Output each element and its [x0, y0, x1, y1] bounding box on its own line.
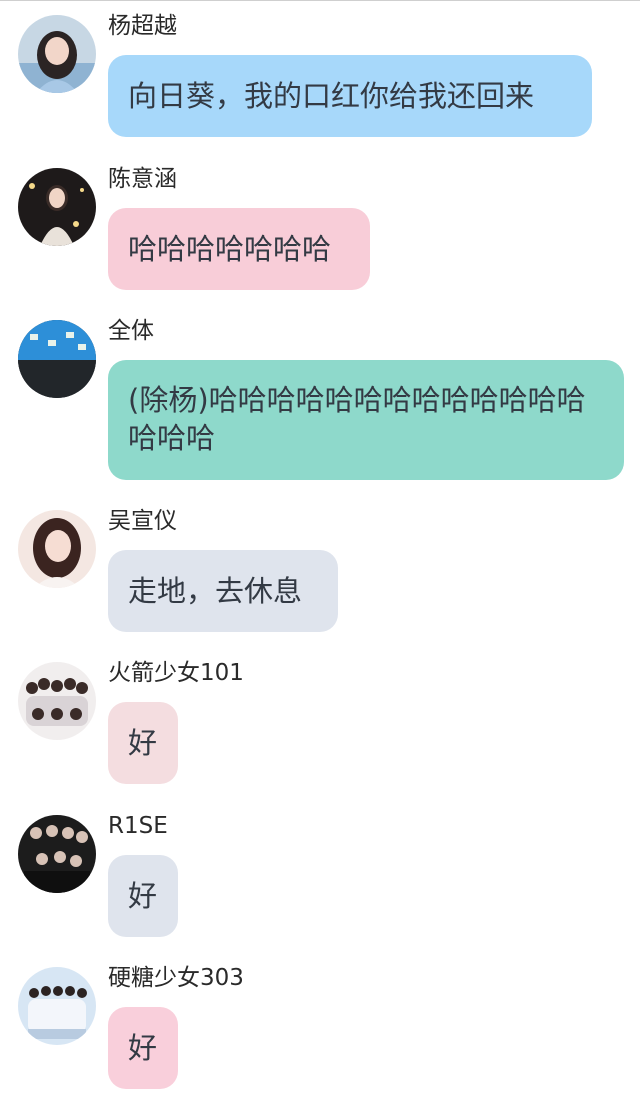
sender-name: 火箭少女101: [108, 660, 244, 686]
group-avatar-icon: [18, 967, 96, 1045]
sender-name: R1SE: [108, 813, 168, 839]
chat-message: 陈意涵 哈哈哈哈哈哈哈: [0, 166, 640, 293]
user-avatar-icon: [18, 510, 96, 588]
avatar[interactable]: [18, 967, 96, 1045]
message-text: 走地，去休息: [128, 574, 303, 608]
message-bubble[interactable]: 走地，去休息: [108, 550, 338, 632]
top-divider: [0, 0, 640, 1]
chat-message: 全体 (除杨)哈哈哈哈哈哈哈哈哈哈哈哈哈哈哈哈: [0, 318, 640, 480]
message-bubble[interactable]: 好: [108, 855, 178, 937]
sender-name: 硬糖少女303: [108, 965, 244, 991]
chat-message: 硬糖少女303 好: [0, 965, 640, 1092]
message-text: 哈哈哈哈哈哈哈: [128, 232, 332, 266]
chat-message: R1SE 好: [0, 813, 640, 940]
avatar[interactable]: [18, 815, 96, 893]
group-avatar-icon: [18, 815, 96, 893]
avatar[interactable]: [18, 510, 96, 588]
message-text: 好: [128, 879, 158, 913]
chat-message: 吴宣仪 走地，去休息: [0, 508, 640, 635]
avatar[interactable]: [18, 168, 96, 246]
sender-name: 陈意涵: [108, 166, 177, 192]
sender-name: 全体: [108, 318, 154, 344]
avatar[interactable]: [18, 662, 96, 740]
group-avatar-icon: [18, 662, 96, 740]
user-avatar-icon: [18, 15, 96, 93]
message-bubble[interactable]: 哈哈哈哈哈哈哈: [108, 208, 370, 290]
message-text: 好: [128, 726, 158, 760]
sender-name: 吴宣仪: [108, 508, 177, 534]
message-bubble[interactable]: (除杨)哈哈哈哈哈哈哈哈哈哈哈哈哈哈哈哈: [108, 360, 624, 480]
chat-message: 火箭少女101 好: [0, 660, 640, 787]
message-bubble[interactable]: 向日葵，我的口红你给我还回来: [108, 55, 592, 137]
message-bubble[interactable]: 好: [108, 1007, 178, 1089]
message-text: (除杨)哈哈哈哈哈哈哈哈哈哈哈哈哈哈哈哈: [128, 383, 586, 455]
message-text: 好: [128, 1031, 158, 1065]
avatar[interactable]: [18, 15, 96, 93]
user-avatar-icon: [18, 168, 96, 246]
group-avatar-icon: [18, 320, 96, 398]
message-bubble[interactable]: 好: [108, 702, 178, 784]
chat-message: 杨超越 向日葵，我的口红你给我还回来: [0, 13, 640, 140]
sender-name: 杨超越: [108, 13, 177, 39]
message-text: 向日葵，我的口红你给我还回来: [128, 79, 535, 113]
avatar[interactable]: [18, 320, 96, 398]
